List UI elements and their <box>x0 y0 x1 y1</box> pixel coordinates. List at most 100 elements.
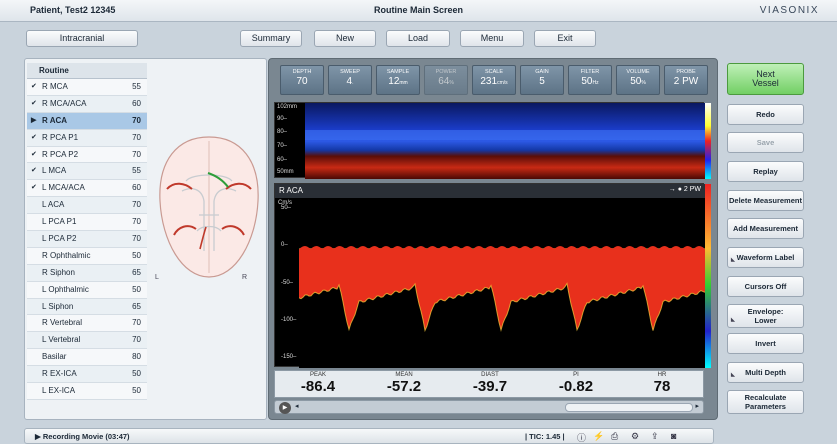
menu-button[interactable]: Menu <box>460 30 524 47</box>
recording-status[interactable]: ▶ Recording Movie (03:47) <box>35 432 130 441</box>
vessel-name: R ACA <box>42 115 68 125</box>
param-value: 64% <box>438 76 454 87</box>
vessel-row[interactable]: L Vertebral 70 <box>27 332 147 350</box>
cursors-off-button[interactable]: Cursors Off <box>727 276 804 297</box>
readout-value: -39.7 <box>472 378 508 395</box>
load-button[interactable]: Load <box>386 30 450 47</box>
vessel-name: L ACA <box>42 200 65 210</box>
velocity-tick: -50– <box>281 280 294 286</box>
param-value: 5 <box>539 76 545 87</box>
vessel-row[interactable]: L PCA P1 70 <box>27 214 147 232</box>
readout-value: 78 <box>653 378 671 395</box>
vessel-row[interactable]: L EX-ICA 50 <box>27 383 147 400</box>
readout-hr: HR 78 <box>619 371 705 399</box>
vessel-row[interactable]: L Siphon 65 <box>27 298 147 316</box>
parameter-bar: DEPTH 70 SWEEP 4. SAMPLE 12mm POWER 64% SCALE 231… <box>275 65 713 97</box>
vessel-row[interactable]: ✔ R MCA 55 <box>27 79 147 96</box>
vessel-depth: 70 <box>132 318 141 328</box>
tic-readout: | TIC: 1.45 | <box>525 432 565 441</box>
vessel-list: Routine ✔ R MCA 55 ✔ R MCA/ACA 60 ▶ R ACA 70 ✔ R P… <box>27 63 147 400</box>
replay-scrollbar[interactable]: ▶ ◂ ▸ <box>274 400 704 414</box>
menu-corner-icon: ◣ <box>731 372 735 378</box>
settings-icon[interactable]: ⚙ <box>631 431 639 442</box>
vessel-depth: 70 <box>132 234 141 244</box>
vessel-row[interactable]: L ACA 70 <box>27 197 147 215</box>
redo-button[interactable]: Redo <box>727 104 804 125</box>
vessel-row[interactable]: R Vertebral 70 <box>27 315 147 333</box>
param-sweep[interactable]: SWEEP 4. <box>328 65 372 95</box>
probe-indicator: → ● 2 PW <box>668 186 701 193</box>
param-depth[interactable]: DEPTH 70 <box>280 65 324 95</box>
vessel-name: L Ophthalmic <box>42 284 89 294</box>
vessel-name: L MCA/ACA <box>42 183 85 193</box>
param-volume[interactable]: VOLUME 50% <box>616 65 660 95</box>
vessel-row[interactable]: ✔ L MCA 55 <box>27 163 147 181</box>
readout-value: -86.4 <box>300 378 336 395</box>
play-icon[interactable]: ▶ <box>279 402 291 414</box>
vessel-depth: 80 <box>132 352 141 362</box>
velocity-tick: 0– <box>281 242 288 248</box>
camera-icon[interactable]: ◙ <box>671 431 676 441</box>
vessel-name: R MCA/ACA <box>42 98 87 108</box>
param-sample[interactable]: SAMPLE 12mm <box>376 65 420 95</box>
recalculate-parameters-button[interactable]: Recalculate Parameters <box>727 390 804 414</box>
summary-button[interactable]: Summary <box>240 30 302 47</box>
param-value: 50% <box>630 76 646 87</box>
vessel-name: L MCA <box>42 166 67 176</box>
vessel-row[interactable]: ✔ R MCA/ACA 60 <box>27 95 147 113</box>
param-probe[interactable]: PROBE 2 PW <box>664 65 708 95</box>
waveform-label-button[interactable]: Waveform Label ◣ <box>727 247 804 268</box>
param-value: 4. <box>346 76 354 87</box>
param-label: FILTER <box>580 69 600 75</box>
save-button[interactable]: Save <box>727 132 804 153</box>
vessel-row[interactable]: R Siphon 65 <box>27 264 147 282</box>
param-gain[interactable]: GAIN 5 <box>520 65 564 95</box>
replay-button[interactable]: Replay <box>727 161 804 182</box>
spectrum-vessel-name: R ACA <box>279 186 304 195</box>
vessel-row[interactable]: L Ophthalmic 50 <box>27 281 147 299</box>
vessel-row[interactable]: ✔ L MCA/ACA 60 <box>27 180 147 198</box>
vessel-name: R EX-ICA <box>42 369 77 379</box>
vessel-depth: 65 <box>132 267 141 277</box>
print-icon[interactable]: ⎙ <box>611 431 618 442</box>
multi-depth-text: Multi Depth <box>745 368 786 377</box>
mode-button[interactable]: Intracranial <box>26 30 138 47</box>
delete-measurement-button[interactable]: Delete Measurement <box>727 190 804 211</box>
new-button[interactable]: New <box>314 30 376 47</box>
readout-pi: PI -0.82 <box>533 371 619 399</box>
vessel-row[interactable]: Basilar 80 <box>27 349 147 367</box>
scroll-thumb[interactable] <box>565 403 693 412</box>
envelope-button[interactable]: Envelope: Lower ◣ <box>727 304 804 328</box>
vessel-row[interactable]: R Ophthalmic 50 <box>27 247 147 265</box>
param-filter[interactable]: FILTER 50Hz <box>568 65 612 95</box>
param-power[interactable]: POWER 64% <box>424 65 468 95</box>
spectrum-color-bar <box>705 184 711 368</box>
vessel-row[interactable]: ▶ R ACA 70 <box>27 112 147 130</box>
vessel-row[interactable]: R EX-ICA 50 <box>27 366 147 384</box>
param-label: POWER <box>435 69 457 75</box>
vessel-status-icon: ✔ <box>31 133 37 141</box>
add-measurement-button[interactable]: Add Measurement <box>727 218 804 239</box>
info-icon[interactable]: ⓘ <box>577 431 586 444</box>
param-value: 12mm <box>388 76 408 87</box>
signal-icon[interactable]: ⚡ <box>593 431 604 442</box>
m-mode-display: 102mm 90– 80– 70– 60– 50mm <box>274 102 711 179</box>
scroll-right-icon[interactable]: ▸ <box>695 402 699 410</box>
readout-value: -57.2 <box>386 378 422 395</box>
next-vessel-button[interactable]: Next Vessel <box>727 63 804 95</box>
exit-button[interactable]: Exit <box>534 30 596 47</box>
param-scale[interactable]: SCALE 231cm/s <box>472 65 516 95</box>
multi-depth-button[interactable]: Multi Depth ◣ <box>727 362 804 383</box>
vessel-depth: 50 <box>132 250 141 260</box>
readout-peak: PEAK -86.4 <box>275 371 361 399</box>
export-icon[interactable]: ⇪ <box>651 431 659 442</box>
scroll-left-icon[interactable]: ◂ <box>295 402 299 410</box>
vessel-row[interactable]: ✔ R PCA P1 70 <box>27 129 147 147</box>
vessel-name: L PCA P2 <box>42 234 77 244</box>
vessel-depth: 70 <box>132 200 141 210</box>
invert-button[interactable]: Invert <box>727 333 804 354</box>
vessel-row[interactable]: L PCA P2 70 <box>27 231 147 248</box>
vessel-row[interactable]: ✔ R PCA P2 70 <box>27 146 147 164</box>
measurement-readout: PEAK -86.4 MEAN -57.2 DIAST -39.7 PI -0.82 HR 78 <box>274 370 704 398</box>
monitor-panel: DEPTH 70 SWEEP 4. SAMPLE 12mm POWER 64% SCALE 231… <box>268 58 718 420</box>
